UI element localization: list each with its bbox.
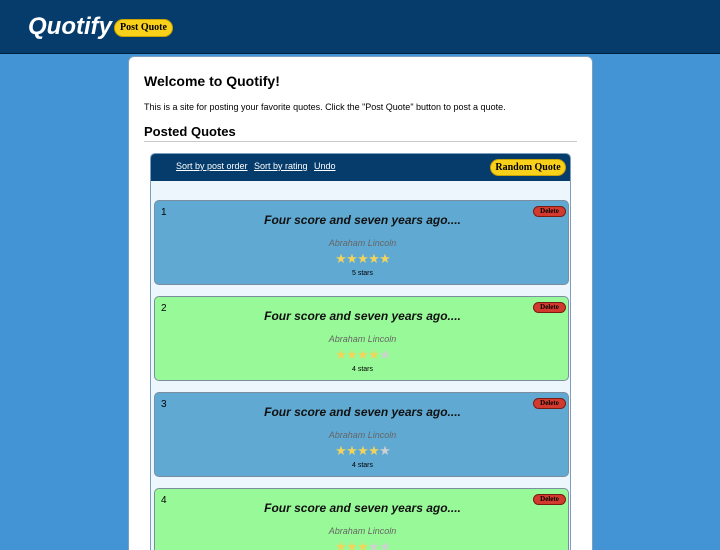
star-icon[interactable]: ★ <box>335 444 347 458</box>
star-icon[interactable]: ★ <box>346 540 358 550</box>
random-quote-button[interactable]: Random Quote <box>490 159 566 176</box>
star-icon[interactable]: ★ <box>357 540 369 550</box>
star-icon[interactable]: ★ <box>346 252 358 266</box>
sort-by-post-order-link[interactable]: Sort by post order <box>176 161 248 171</box>
main-panel: Welcome to Quotify! This is a site for p… <box>128 56 593 550</box>
star-icon[interactable]: ★ <box>357 348 369 362</box>
rating-label: 4 stars <box>351 462 373 469</box>
star-icon[interactable]: ★ <box>346 348 358 362</box>
post-quote-button[interactable]: Post Quote <box>114 19 173 37</box>
welcome-heading: Welcome to Quotify! <box>144 73 280 89</box>
star-icon[interactable]: ★ <box>346 444 358 458</box>
star-icon[interactable]: ★ <box>368 252 380 266</box>
quote-author: Abraham Lincoln <box>328 526 397 536</box>
rating-label: 5 stars <box>351 270 373 277</box>
top-navbar: Quotify Post Quote <box>0 0 720 54</box>
quote-card[interactable]: 3 Delete Four score and seven years ago...… <box>154 392 569 477</box>
rating-label: 4 stars <box>351 366 373 373</box>
star-icon[interactable]: ★ <box>335 252 347 266</box>
star-rating[interactable]: ★★★★★ <box>155 252 570 266</box>
star-icon[interactable]: ★ <box>357 444 369 458</box>
quotes-container[interactable]: Sort by post order Sort by rating Undo R… <box>150 153 571 550</box>
star-icon[interactable]: ★ <box>335 348 347 362</box>
star-rating[interactable]: ★★★★★ <box>155 348 570 362</box>
quote-text: Four score and seven years ago.... <box>264 501 461 515</box>
quote-card[interactable]: 2 Delete Four score and seven years ago...… <box>154 296 569 381</box>
intro-text: This is a site for posting your favorite… <box>144 102 506 112</box>
star-icon[interactable]: ★ <box>335 540 347 550</box>
quote-card[interactable]: 4 Delete Four score and seven years ago...… <box>154 488 569 550</box>
sort-by-rating-link[interactable]: Sort by rating <box>254 161 308 171</box>
quote-author: Abraham Lincoln <box>328 430 397 440</box>
star-icon[interactable]: ★ <box>368 444 380 458</box>
app-logo[interactable]: Quotify <box>28 13 112 41</box>
quote-author: Abraham Lincoln <box>328 238 397 248</box>
star-rating[interactable]: ★★★★★ <box>155 444 570 458</box>
star-icon[interactable]: ★ <box>379 444 391 458</box>
star-icon[interactable]: ★ <box>379 348 391 362</box>
star-rating[interactable]: ★★★★★ <box>155 540 570 550</box>
star-icon[interactable]: ★ <box>379 252 391 266</box>
undo-link[interactable]: Undo <box>314 161 336 171</box>
quotes-toolbar: Sort by post order Sort by rating Undo R… <box>151 154 570 181</box>
quote-author: Abraham Lincoln <box>328 334 397 344</box>
star-icon[interactable]: ★ <box>379 540 391 550</box>
posted-quotes-heading: Posted Quotes <box>144 124 236 139</box>
star-icon[interactable]: ★ <box>368 348 380 362</box>
quote-text: Four score and seven years ago.... <box>264 405 461 419</box>
star-icon[interactable]: ★ <box>357 252 369 266</box>
quote-text: Four score and seven years ago.... <box>264 213 461 227</box>
divider <box>144 141 577 142</box>
star-icon[interactable]: ★ <box>368 540 380 550</box>
quote-text: Four score and seven years ago.... <box>264 309 461 323</box>
quote-card[interactable]: 1 Delete Four score and seven years ago...… <box>154 200 569 285</box>
